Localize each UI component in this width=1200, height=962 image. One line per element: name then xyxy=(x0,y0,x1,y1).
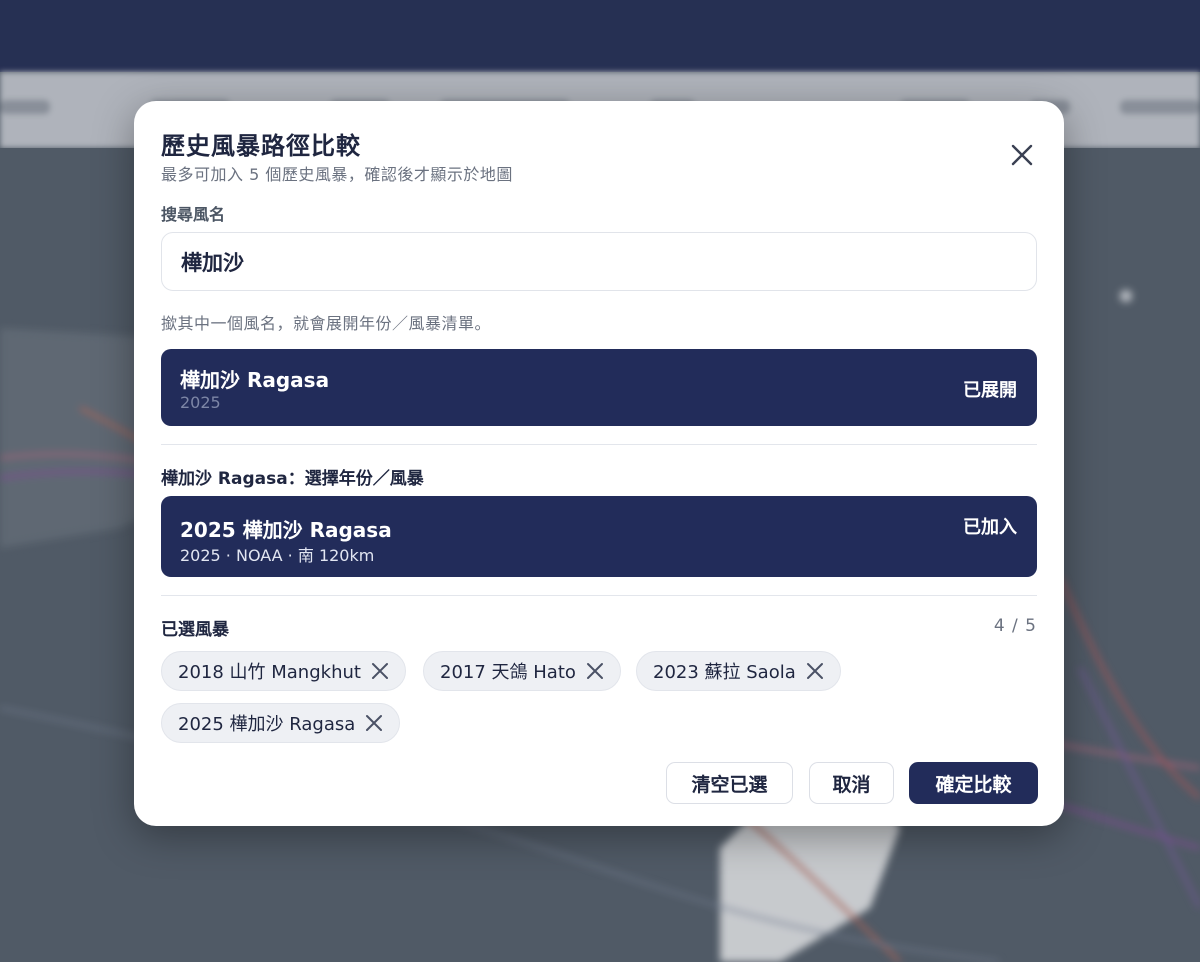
modal-subtitle: 最多可加入 5 個歷史風暴，確認後才顯示於地圖 xyxy=(161,165,513,184)
result-state-badge: 已展開 xyxy=(963,380,1017,401)
selected-chip: 2023 蘇拉 Saola xyxy=(636,651,841,691)
cancel-button[interactable]: 取消 xyxy=(809,762,894,804)
divider xyxy=(161,595,1037,596)
chip-remove-button[interactable] xyxy=(805,661,825,681)
year-section-title: 樺加沙 Ragasa：選擇年份／風暴 xyxy=(161,469,424,489)
search-hint: 撳其中一個風名，就會展開年份／風暴清單。 xyxy=(161,314,492,333)
selected-count: 4 / 5 xyxy=(993,616,1037,636)
storm-compare-modal: 歷史風暴路徑比較 最多可加入 5 個歷史風暴，確認後才顯示於地圖 搜尋風名 撳其… xyxy=(134,101,1064,826)
result-name: 樺加沙 Ragasa xyxy=(180,368,330,392)
close-button[interactable] xyxy=(1006,139,1038,171)
selected-chip: 2018 山竹 Mangkhut xyxy=(161,651,406,691)
year-item-meta: 2025 · NOAA · 南 120km xyxy=(180,546,375,565)
year-item-name: 2025 樺加沙 Ragasa xyxy=(180,518,392,542)
close-icon xyxy=(371,663,388,679)
selected-chip: 2017 天鴿 Hato xyxy=(423,651,621,691)
year-result-item[interactable]: 2025 樺加沙 Ragasa 2025 · NOAA · 南 120km 已加… xyxy=(161,496,1037,577)
chip-remove-button[interactable] xyxy=(370,661,390,681)
close-icon xyxy=(586,663,603,679)
chip-remove-button[interactable] xyxy=(364,713,384,733)
chip-label: 2017 天鴿 Hato xyxy=(440,662,576,683)
selected-section-title: 已選風暴 xyxy=(161,620,229,640)
chip-remove-button[interactable] xyxy=(585,661,605,681)
selected-chip: 2025 樺加沙 Ragasa xyxy=(161,703,401,743)
close-icon xyxy=(366,715,383,731)
divider xyxy=(161,444,1037,445)
close-icon xyxy=(1011,144,1033,166)
confirm-compare-button[interactable]: 確定比較 xyxy=(909,762,1038,804)
chip-label: 2023 蘇拉 Saola xyxy=(653,662,796,683)
chip-label: 2018 山竹 Mangkhut xyxy=(178,662,361,683)
modal-title: 歷史風暴路徑比較 xyxy=(161,132,361,160)
search-input[interactable] xyxy=(161,232,1037,291)
search-label: 搜尋風名 xyxy=(161,205,226,224)
result-years: 2025 xyxy=(180,393,221,412)
year-item-state-badge: 已加入 xyxy=(963,517,1017,538)
clear-selected-button[interactable]: 清空已選 xyxy=(666,762,793,804)
name-result-item[interactable]: 樺加沙 Ragasa 2025 已展開 xyxy=(161,349,1037,426)
close-icon xyxy=(806,663,823,679)
chip-label: 2025 樺加沙 Ragasa xyxy=(178,714,356,735)
